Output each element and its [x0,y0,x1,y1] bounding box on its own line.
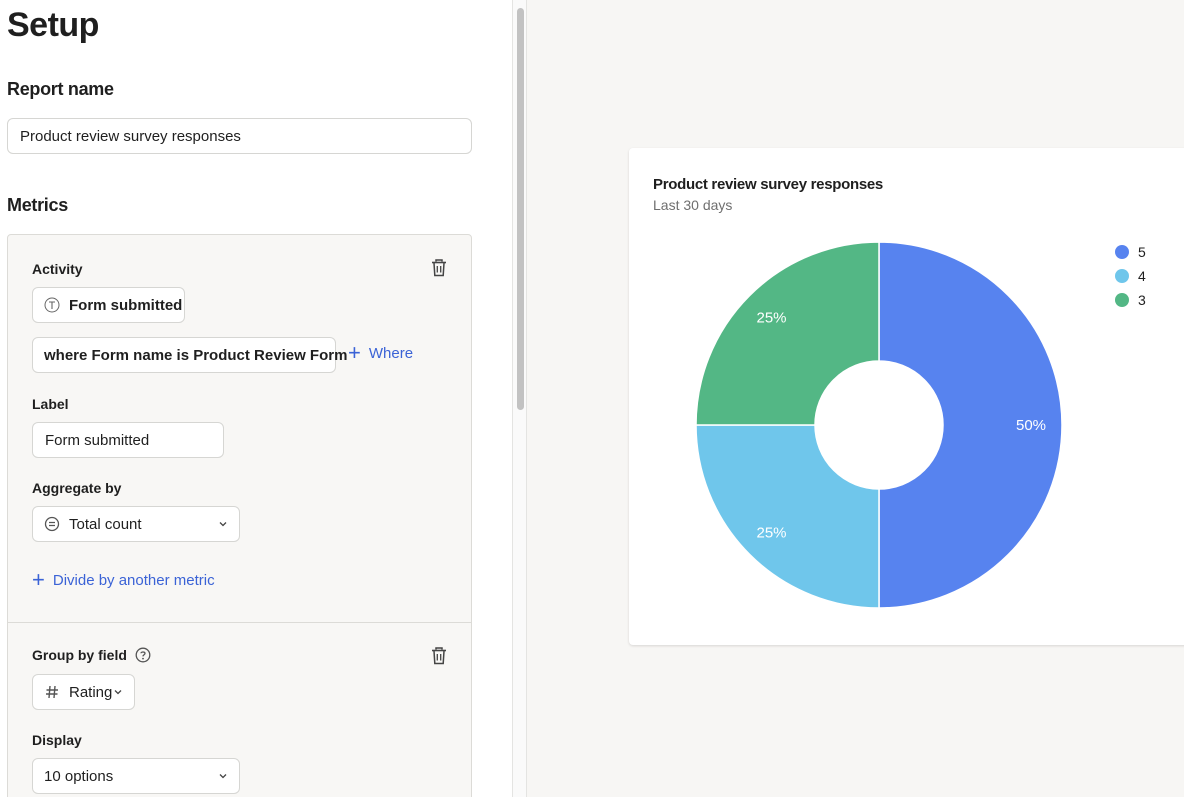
scrollbar-thumb[interactable] [517,8,524,410]
aggregate-select[interactable]: Total count [32,506,240,542]
group-by-label-row: Group by field [32,647,151,663]
legend-item-3[interactable]: 3 [1115,288,1146,312]
divide-metric-label: Divide by another metric [52,571,215,589]
scrollbar[interactable] [512,0,527,797]
report-name-heading: Report name [7,79,114,99]
legend-label: 3 [1138,292,1146,308]
legend-swatch [1115,245,1129,259]
aggregate-value: Total count [69,515,142,533]
hash-icon [46,685,58,699]
legend-swatch [1115,293,1129,307]
text-type-icon [44,297,60,313]
plus-icon: + [348,340,361,365]
donut-chart: 50% 25% 25% [695,241,1063,609]
metric-card: Activity Form submitted where Form name … [7,234,472,797]
chart-legend: 5 4 3 [1115,240,1146,312]
page-title: Setup [7,6,99,44]
legend-label: 4 [1138,268,1146,284]
chevron-down-icon [219,522,227,527]
label-value: Form submitted [45,431,150,449]
legend-item-4[interactable]: 4 [1115,264,1146,288]
metrics-heading: Metrics [7,195,68,215]
divider [8,622,471,623]
chevron-down-icon [219,774,227,779]
filter-value: where Form name is Product Review Form [44,346,348,364]
slice-label-4: 25% [757,524,787,541]
plus-icon: + [32,567,45,592]
legend-label: 5 [1138,244,1146,260]
add-where-button[interactable]: + Where [348,342,413,364]
setup-panel: Setup Report name Product review survey … [0,0,512,797]
group-by-value: Rating [69,683,113,701]
label-input[interactable]: Form submitted [32,422,224,458]
equals-circle-icon [44,516,60,532]
group-by-select[interactable]: Rating [32,674,135,710]
legend-item-5[interactable]: 5 [1115,240,1146,264]
trash-icon[interactable] [431,647,447,665]
chart-card: Product review survey responses Last 30 … [629,148,1184,645]
legend-swatch [1115,269,1129,283]
aggregate-label: Aggregate by [32,480,122,496]
add-where-label: Where [368,344,414,362]
label-label: Label [32,396,69,412]
slice-label-5: 50% [1016,417,1046,434]
report-name-input[interactable]: Product review survey responses [7,118,472,154]
activity-label: Activity [32,261,83,277]
group-by-label: Group by field [32,647,127,663]
preview-panel: Product review survey responses Last 30 … [527,0,1184,797]
pie-slice-3[interactable] [695,241,880,426]
activity-select[interactable]: Form submitted [32,287,185,323]
display-label: Display [32,732,82,748]
display-select[interactable]: 10 options [32,758,240,794]
divide-metric-button[interactable]: + Divide by another metric [32,569,215,591]
trash-icon[interactable] [431,259,447,277]
activity-value: Form submitted [69,296,183,314]
filter-pill[interactable]: where Form name is Product Review Form [32,337,347,373]
report-name-value: Product review survey responses [20,127,241,145]
chevron-down-icon [114,690,122,695]
slice-label-3: 25% [757,310,787,327]
display-value: 10 options [44,767,114,785]
pie-slice-4[interactable] [695,424,880,609]
help-icon[interactable] [135,647,151,663]
